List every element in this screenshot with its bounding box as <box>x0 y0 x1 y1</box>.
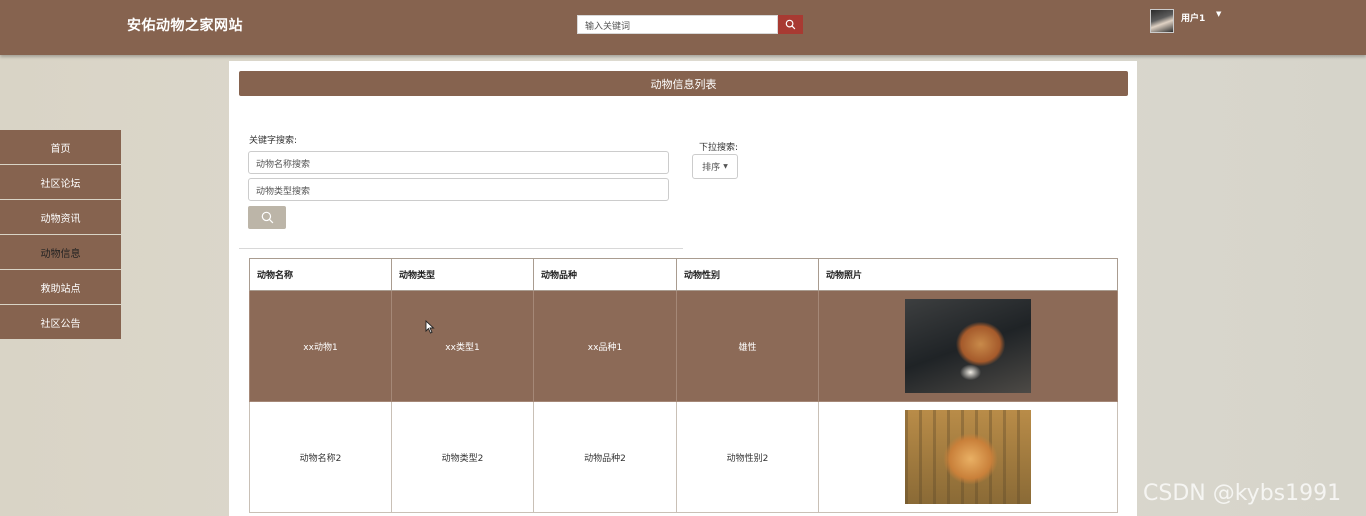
animal-name-search-input[interactable]: 动物名称搜索 <box>248 151 669 174</box>
cell-type[interactable]: 动物类型2 <box>391 401 534 513</box>
header-search-button[interactable] <box>778 15 803 34</box>
sidebar-item-label: 社区论坛 <box>40 178 81 190</box>
sort-label: 排序 <box>702 163 721 173</box>
cell-photo[interactable] <box>818 290 1118 402</box>
sidebar-item-news[interactable]: 动物资讯 <box>0 200 121 235</box>
username[interactable]: 用户1 <box>1181 11 1205 24</box>
column-header-breed[interactable]: 动物品种 <box>533 258 677 291</box>
animal-photo[interactable] <box>905 410 1031 504</box>
sidebar-item-label: 动物信息 <box>40 248 81 260</box>
sidebar-item-forum[interactable]: 社区论坛 <box>0 165 121 200</box>
header-search-input[interactable]: 输入关键词 <box>577 15 778 34</box>
animal-table: 动物名称 动物类型 动物品种 动物性别 动物照片 xx动物1 xx类型1 xx品… <box>249 258 1118 513</box>
main-panel: 动物信息列表 关键字搜索: 动物名称搜索 动物类型搜索 下拉搜索: 排序 ▼ 动… <box>229 61 1137 516</box>
table-row[interactable]: 动物名称2 动物类型2 动物品种2 动物性别2 <box>249 401 1118 513</box>
keyword-search-label: 关键字搜索: <box>249 136 298 146</box>
cell-gender[interactable]: 雄性 <box>676 290 819 402</box>
sort-dropdown[interactable]: 排序 ▼ <box>692 154 738 179</box>
sidebar-item-label: 动物资讯 <box>40 213 81 225</box>
table-row[interactable]: xx动物1 xx类型1 xx品种1 雄性 <box>249 290 1118 402</box>
search-icon <box>261 211 273 224</box>
column-header-photo[interactable]: 动物照片 <box>818 258 1118 291</box>
cell-gender[interactable]: 动物性别2 <box>676 401 819 513</box>
cell-breed[interactable]: xx品种1 <box>533 290 677 402</box>
cell-breed[interactable]: 动物品种2 <box>533 401 677 513</box>
sidebar-item-rescue-stations[interactable]: 救助站点 <box>0 270 121 305</box>
animal-photo[interactable] <box>905 299 1031 393</box>
column-header-name[interactable]: 动物名称 <box>249 258 392 291</box>
cell-name[interactable]: xx动物1 <box>249 290 392 402</box>
caret-down-icon[interactable]: ▼ <box>1216 10 1221 18</box>
sidebar-item-label: 救助站点 <box>40 283 81 295</box>
search-icon <box>785 19 796 30</box>
divider <box>239 248 683 249</box>
animal-type-search-input[interactable]: 动物类型搜索 <box>248 178 669 201</box>
avatar[interactable] <box>1150 9 1174 33</box>
cell-name[interactable]: 动物名称2 <box>249 401 392 513</box>
mouse-cursor-icon <box>425 320 435 334</box>
dropdown-search-label: 下拉搜索: <box>699 143 739 153</box>
cell-photo[interactable] <box>818 401 1118 513</box>
caret-down-icon: ▼ <box>723 163 728 170</box>
sidebar-item-label: 社区公告 <box>40 318 81 330</box>
top-header: 安佑动物之家网站 输入关键词 用户1 ▼ <box>0 0 1366 55</box>
cell-type[interactable]: xx类型1 <box>391 290 534 402</box>
sidebar-item-label: 首页 <box>50 143 71 155</box>
sidebar: 首页 社区论坛 动物资讯 动物信息 救助站点 社区公告 <box>0 130 121 340</box>
search-button[interactable] <box>248 206 286 229</box>
site-title[interactable]: 安佑动物之家网站 <box>127 15 243 35</box>
sidebar-item-animal-info[interactable]: 动物信息 <box>0 235 121 270</box>
sidebar-item-announcements[interactable]: 社区公告 <box>0 305 121 340</box>
sidebar-item-home[interactable]: 首页 <box>0 130 121 165</box>
page-title: 动物信息列表 <box>239 71 1128 96</box>
watermark: CSDN @kybs1991 <box>1143 481 1342 506</box>
column-header-gender[interactable]: 动物性别 <box>676 258 819 291</box>
column-header-type[interactable]: 动物类型 <box>391 258 534 291</box>
table-header-row: 动物名称 动物类型 动物品种 动物性别 动物照片 <box>249 258 1118 291</box>
